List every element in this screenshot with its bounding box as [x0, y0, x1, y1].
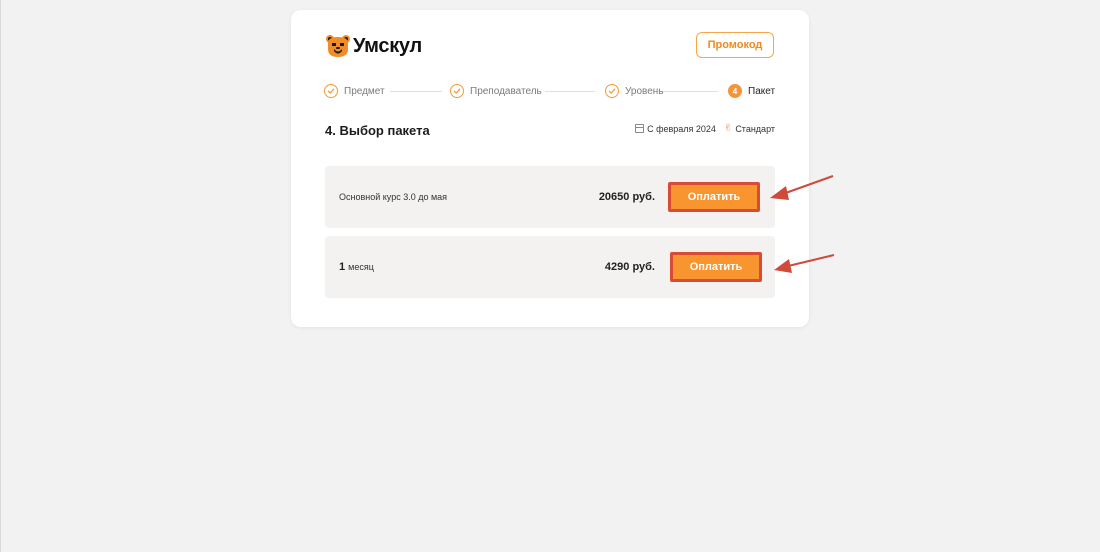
brand-name: Умскул [353, 34, 422, 57]
pay-button[interactable]: Оплатить [670, 252, 762, 282]
package-name: 1 месяц [339, 236, 374, 298]
tier-label: Стандарт [735, 123, 775, 134]
victory-hand-icon: ✌ [723, 123, 733, 134]
step-subject[interactable]: Предмет [324, 82, 385, 100]
package-price: 4290 руб. [604, 261, 655, 273]
section-title: 4. Выбор пакета [325, 123, 430, 138]
checkout-card: Умскул Промокод Предмет Преподаватель Ур… [291, 10, 809, 327]
check-icon [450, 84, 464, 98]
step-label: Уровень [625, 85, 664, 97]
package-card: 1 месяц 4290 руб. Оплатить [325, 236, 775, 298]
step-connector [390, 91, 442, 92]
pay-button[interactable]: Оплатить [668, 182, 760, 212]
progress-stepper: Предмет Преподаватель Уровень 4 Пакет [324, 82, 776, 100]
step-level[interactable]: Уровень [605, 82, 664, 100]
tier: ✌ Стандарт [724, 123, 775, 134]
step-connector [660, 91, 718, 92]
package-price: 20650 руб. [598, 191, 655, 203]
package-month-count: 1 [339, 261, 346, 273]
step-label: Предмет [344, 85, 385, 97]
check-icon [324, 84, 338, 98]
brand-logo[interactable]: Умскул [325, 32, 422, 60]
start-date-label: С февраля 2024 [647, 123, 716, 134]
package-card: Основной курс 3.0 до мая 20650 руб. Опла… [325, 166, 775, 228]
step-number-badge: 4 [728, 84, 742, 98]
package-month-unit: месяц [348, 262, 374, 272]
package-name: Основной курс 3.0 до мая [339, 192, 448, 202]
step-teacher[interactable]: Преподаватель [450, 82, 542, 100]
check-icon [605, 84, 619, 98]
start-date: С февраля 2024 [635, 124, 716, 134]
calendar-icon [635, 124, 645, 133]
window-edge [0, 0, 1, 552]
step-package[interactable]: 4 Пакет [728, 82, 775, 100]
course-meta: С февраля 2024 ✌ Стандарт [627, 123, 775, 134]
step-label: Преподаватель [470, 85, 542, 97]
bear-logo-icon [326, 35, 350, 57]
step-connector [545, 91, 595, 92]
promo-code-button[interactable]: Промокод [696, 32, 774, 58]
step-label: Пакет [748, 85, 776, 97]
